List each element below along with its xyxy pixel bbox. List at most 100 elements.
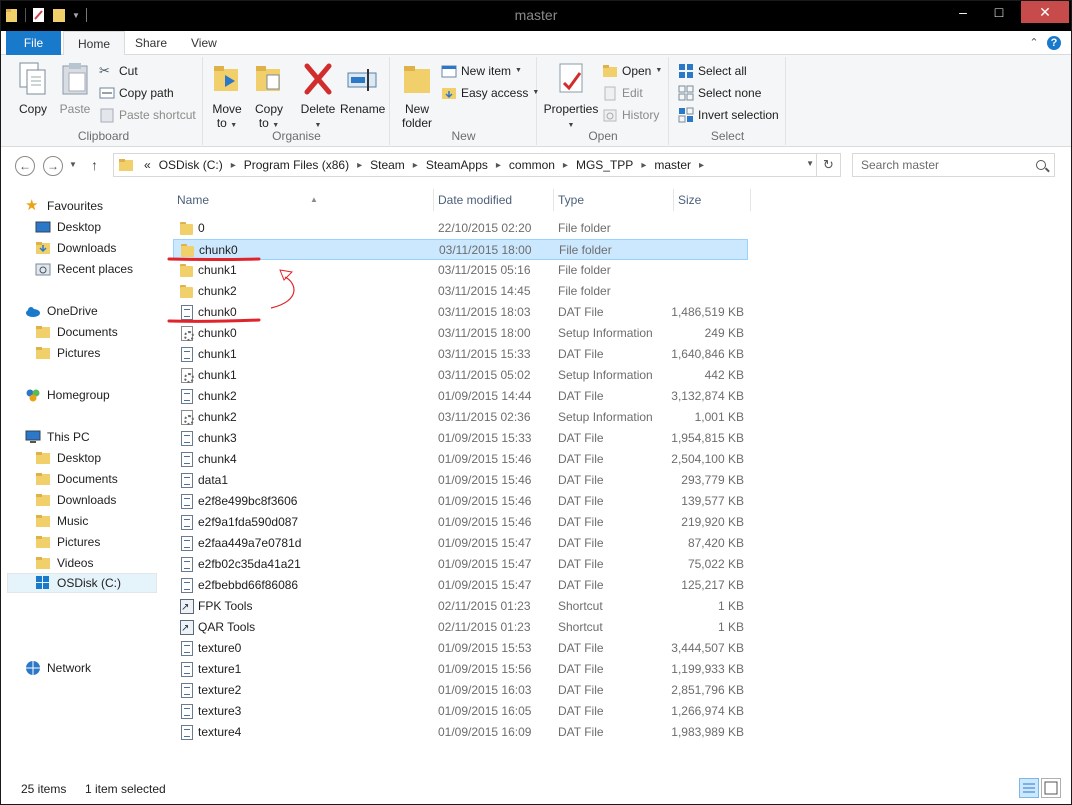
chevron-right-icon[interactable]: ▸ bbox=[227, 160, 240, 171]
nav-onedrive[interactable]: OneDrive bbox=[25, 301, 98, 321]
tab-home[interactable]: Home bbox=[63, 31, 126, 56]
column-header-type[interactable]: Type bbox=[554, 189, 674, 211]
file-row[interactable]: texture1 01/09/2015 15:56 DAT File 1,199,93… bbox=[173, 659, 748, 680]
column-header-size[interactable]: Size bbox=[674, 189, 750, 211]
breadcrumb-program-files[interactable]: Program Files (x86) bbox=[240, 158, 353, 172]
file-row[interactable]: chunk0 03/11/2015 18:03 DAT File 1,486,519 … bbox=[173, 302, 748, 323]
nav-onedrive-pictures[interactable]: Pictures bbox=[35, 343, 100, 363]
paste-button[interactable]: Paste bbox=[55, 61, 95, 116]
nav-pc-osdisk[interactable]: OSDisk (C:) bbox=[7, 573, 157, 593]
properties-button[interactable]: Properties ▼ bbox=[542, 61, 600, 130]
file-row[interactable]: chunk0 03/11/2015 18:00 File folder bbox=[173, 239, 748, 260]
file-row[interactable]: chunk3 01/09/2015 15:33 DAT File 1,954,815 … bbox=[173, 428, 748, 449]
file-row[interactable]: FPK Tools 02/11/2015 01:23 Shortcut 1 KB bbox=[173, 596, 748, 618]
delete-button[interactable]: Delete ▼ bbox=[298, 61, 338, 130]
maximize-button[interactable]: □ bbox=[981, 1, 1017, 23]
large-icons-view-button[interactable] bbox=[1041, 778, 1061, 798]
nav-pc-desktop[interactable]: Desktop bbox=[35, 448, 101, 468]
new-item-button[interactable]: New item ▼ bbox=[441, 61, 522, 81]
file-row[interactable]: e2f9a1fda590d087 01/09/2015 15:46 DAT File… bbox=[173, 512, 748, 533]
history-button[interactable]: History bbox=[602, 105, 659, 125]
breadcrumb-overflow[interactable]: « bbox=[140, 158, 155, 172]
breadcrumb-osdisk[interactable]: OSDisk (C:) bbox=[155, 158, 227, 172]
file-row[interactable]: texture4 01/09/2015 16:09 DAT File 1,983,98… bbox=[173, 722, 748, 743]
copy-path-button[interactable]: Copy path bbox=[99, 83, 174, 103]
nav-pc-documents[interactable]: Documents bbox=[35, 469, 118, 489]
chevron-right-icon[interactable]: ▸ bbox=[559, 160, 572, 171]
nav-homegroup[interactable]: Homegroup bbox=[25, 385, 110, 405]
back-button[interactable]: ← bbox=[15, 156, 35, 176]
nav-fav-desktop[interactable]: Desktop bbox=[35, 217, 101, 237]
edit-button[interactable]: Edit bbox=[602, 83, 643, 103]
select-all-button[interactable]: Select all bbox=[678, 61, 747, 81]
breadcrumb-common[interactable]: common bbox=[505, 158, 559, 172]
breadcrumb-mgs-tpp[interactable]: MGS_TPP bbox=[572, 158, 637, 172]
file-row[interactable]: texture0 01/09/2015 15:53 DAT File 3,444,50… bbox=[173, 638, 748, 659]
file-row[interactable]: texture3 01/09/2015 16:05 DAT File 1,266,97… bbox=[173, 701, 748, 722]
details-view-button[interactable] bbox=[1019, 778, 1039, 798]
tab-share[interactable]: Share bbox=[121, 31, 181, 55]
file-row[interactable]: e2faa449a7e0781d 01/09/2015 15:47 DAT File… bbox=[173, 533, 748, 554]
nav-fav-downloads[interactable]: Downloads bbox=[35, 238, 116, 258]
file-row[interactable]: chunk4 01/09/2015 15:46 DAT File 2,504,100 … bbox=[173, 449, 748, 470]
nav-network[interactable]: Network bbox=[25, 658, 91, 678]
nav-pc-pictures[interactable]: Pictures bbox=[35, 532, 100, 552]
forward-button[interactable]: → bbox=[43, 156, 63, 176]
file-row[interactable]: chunk1 03/11/2015 05:02 Setup Information 4… bbox=[173, 365, 748, 386]
address-bar[interactable]: « OSDisk (C:) ▸ Program Files (x86) ▸ Stea… bbox=[113, 153, 841, 177]
invert-selection-button[interactable]: Invert selection bbox=[678, 105, 779, 125]
address-history-dropdown-icon[interactable]: ▼ bbox=[806, 159, 814, 168]
new-folder-button[interactable]: New folder bbox=[397, 61, 437, 130]
column-header-name[interactable]: Name ▲ bbox=[173, 189, 433, 211]
file-row[interactable]: data1 01/09/2015 15:46 DAT File 293,779 KB bbox=[173, 470, 748, 491]
up-arrow-icon[interactable]: ↑ bbox=[91, 157, 98, 173]
file-row[interactable]: chunk0 03/11/2015 18:00 Setup Information 2… bbox=[173, 323, 748, 344]
nav-fav-recent-places[interactable]: Recent places bbox=[35, 259, 133, 279]
file-row[interactable]: QAR Tools 02/11/2015 01:23 Shortcut 1 KB bbox=[173, 617, 748, 639]
paste-shortcut-button[interactable]: Paste shortcut bbox=[99, 105, 196, 125]
nav-pc-downloads[interactable]: Downloads bbox=[35, 490, 116, 510]
file-row[interactable]: chunk1 03/11/2015 05:16 File folder bbox=[173, 260, 748, 281]
tab-file[interactable]: File bbox=[6, 31, 61, 55]
chevron-right-icon[interactable]: ▸ bbox=[353, 160, 366, 171]
file-row[interactable]: e2fbebbd66f86086 01/09/2015 15:47 DAT File… bbox=[173, 575, 748, 596]
search-input[interactable]: Search master bbox=[852, 153, 1055, 177]
file-row[interactable]: chunk1 03/11/2015 15:33 DAT File 1,640,846 … bbox=[173, 344, 748, 365]
cut-button[interactable]: ✂ Cut bbox=[99, 61, 138, 81]
nav-this-pc[interactable]: This PC bbox=[25, 427, 90, 447]
copy-button[interactable]: Copy bbox=[13, 61, 53, 116]
close-button[interactable]: ✕ bbox=[1021, 1, 1069, 23]
nav-onedrive-documents[interactable]: Documents bbox=[35, 322, 118, 342]
chevron-right-icon[interactable]: ▸ bbox=[409, 160, 422, 171]
collapse-ribbon-icon[interactable]: ⌃ bbox=[1027, 36, 1041, 50]
easy-access-button[interactable]: Easy access ▼ bbox=[441, 83, 539, 103]
file-row[interactable]: e2f8e499bc8f3606 01/09/2015 15:46 DAT File… bbox=[173, 491, 748, 512]
breadcrumb-steamapps[interactable]: SteamApps bbox=[422, 158, 492, 172]
chevron-right-icon[interactable]: ▸ bbox=[492, 160, 505, 171]
chevron-right-icon[interactable]: ▸ bbox=[637, 160, 650, 171]
file-row[interactable]: chunk2 01/09/2015 14:44 DAT File 3,132,874 … bbox=[173, 386, 748, 407]
breadcrumb-master[interactable]: master bbox=[650, 158, 695, 172]
help-icon[interactable]: ? bbox=[1047, 36, 1061, 50]
file-row[interactable]: 0 22/10/2015 02:20 File folder bbox=[173, 218, 748, 239]
tab-view[interactable]: View bbox=[177, 31, 231, 55]
refresh-icon[interactable]: ↻ bbox=[816, 154, 840, 176]
file-row[interactable]: e2fb02c35da41a21 01/09/2015 15:47 DAT File… bbox=[173, 554, 748, 575]
copy-to-button[interactable]: Copy to ▼ bbox=[250, 61, 288, 130]
column-header-date[interactable]: Date modified bbox=[434, 189, 554, 211]
nav-pc-music[interactable]: Music bbox=[35, 511, 88, 531]
breadcrumb-steam[interactable]: Steam bbox=[366, 158, 409, 172]
file-row[interactable]: chunk2 03/11/2015 14:45 File folder bbox=[173, 281, 748, 302]
chevron-right-icon[interactable]: ▸ bbox=[695, 160, 708, 171]
move-to-button[interactable]: Move to ▼ bbox=[208, 61, 246, 130]
open-button[interactable]: Open ▼ bbox=[602, 61, 662, 81]
recent-locations-chevron-icon[interactable]: ▼ bbox=[69, 160, 77, 169]
file-row[interactable]: chunk2 03/11/2015 02:36 Setup Information 1… bbox=[173, 407, 748, 428]
column-divider[interactable] bbox=[750, 189, 751, 211]
select-none-button[interactable]: Select none bbox=[678, 83, 761, 103]
nav-favourites[interactable]: ★ Favourites bbox=[25, 196, 103, 216]
minimize-button[interactable]: – bbox=[945, 1, 981, 23]
file-row[interactable]: texture2 01/09/2015 16:03 DAT File 2,851,79… bbox=[173, 680, 748, 701]
nav-pc-videos[interactable]: Videos bbox=[35, 553, 93, 573]
rename-button[interactable]: Rename bbox=[340, 61, 385, 116]
